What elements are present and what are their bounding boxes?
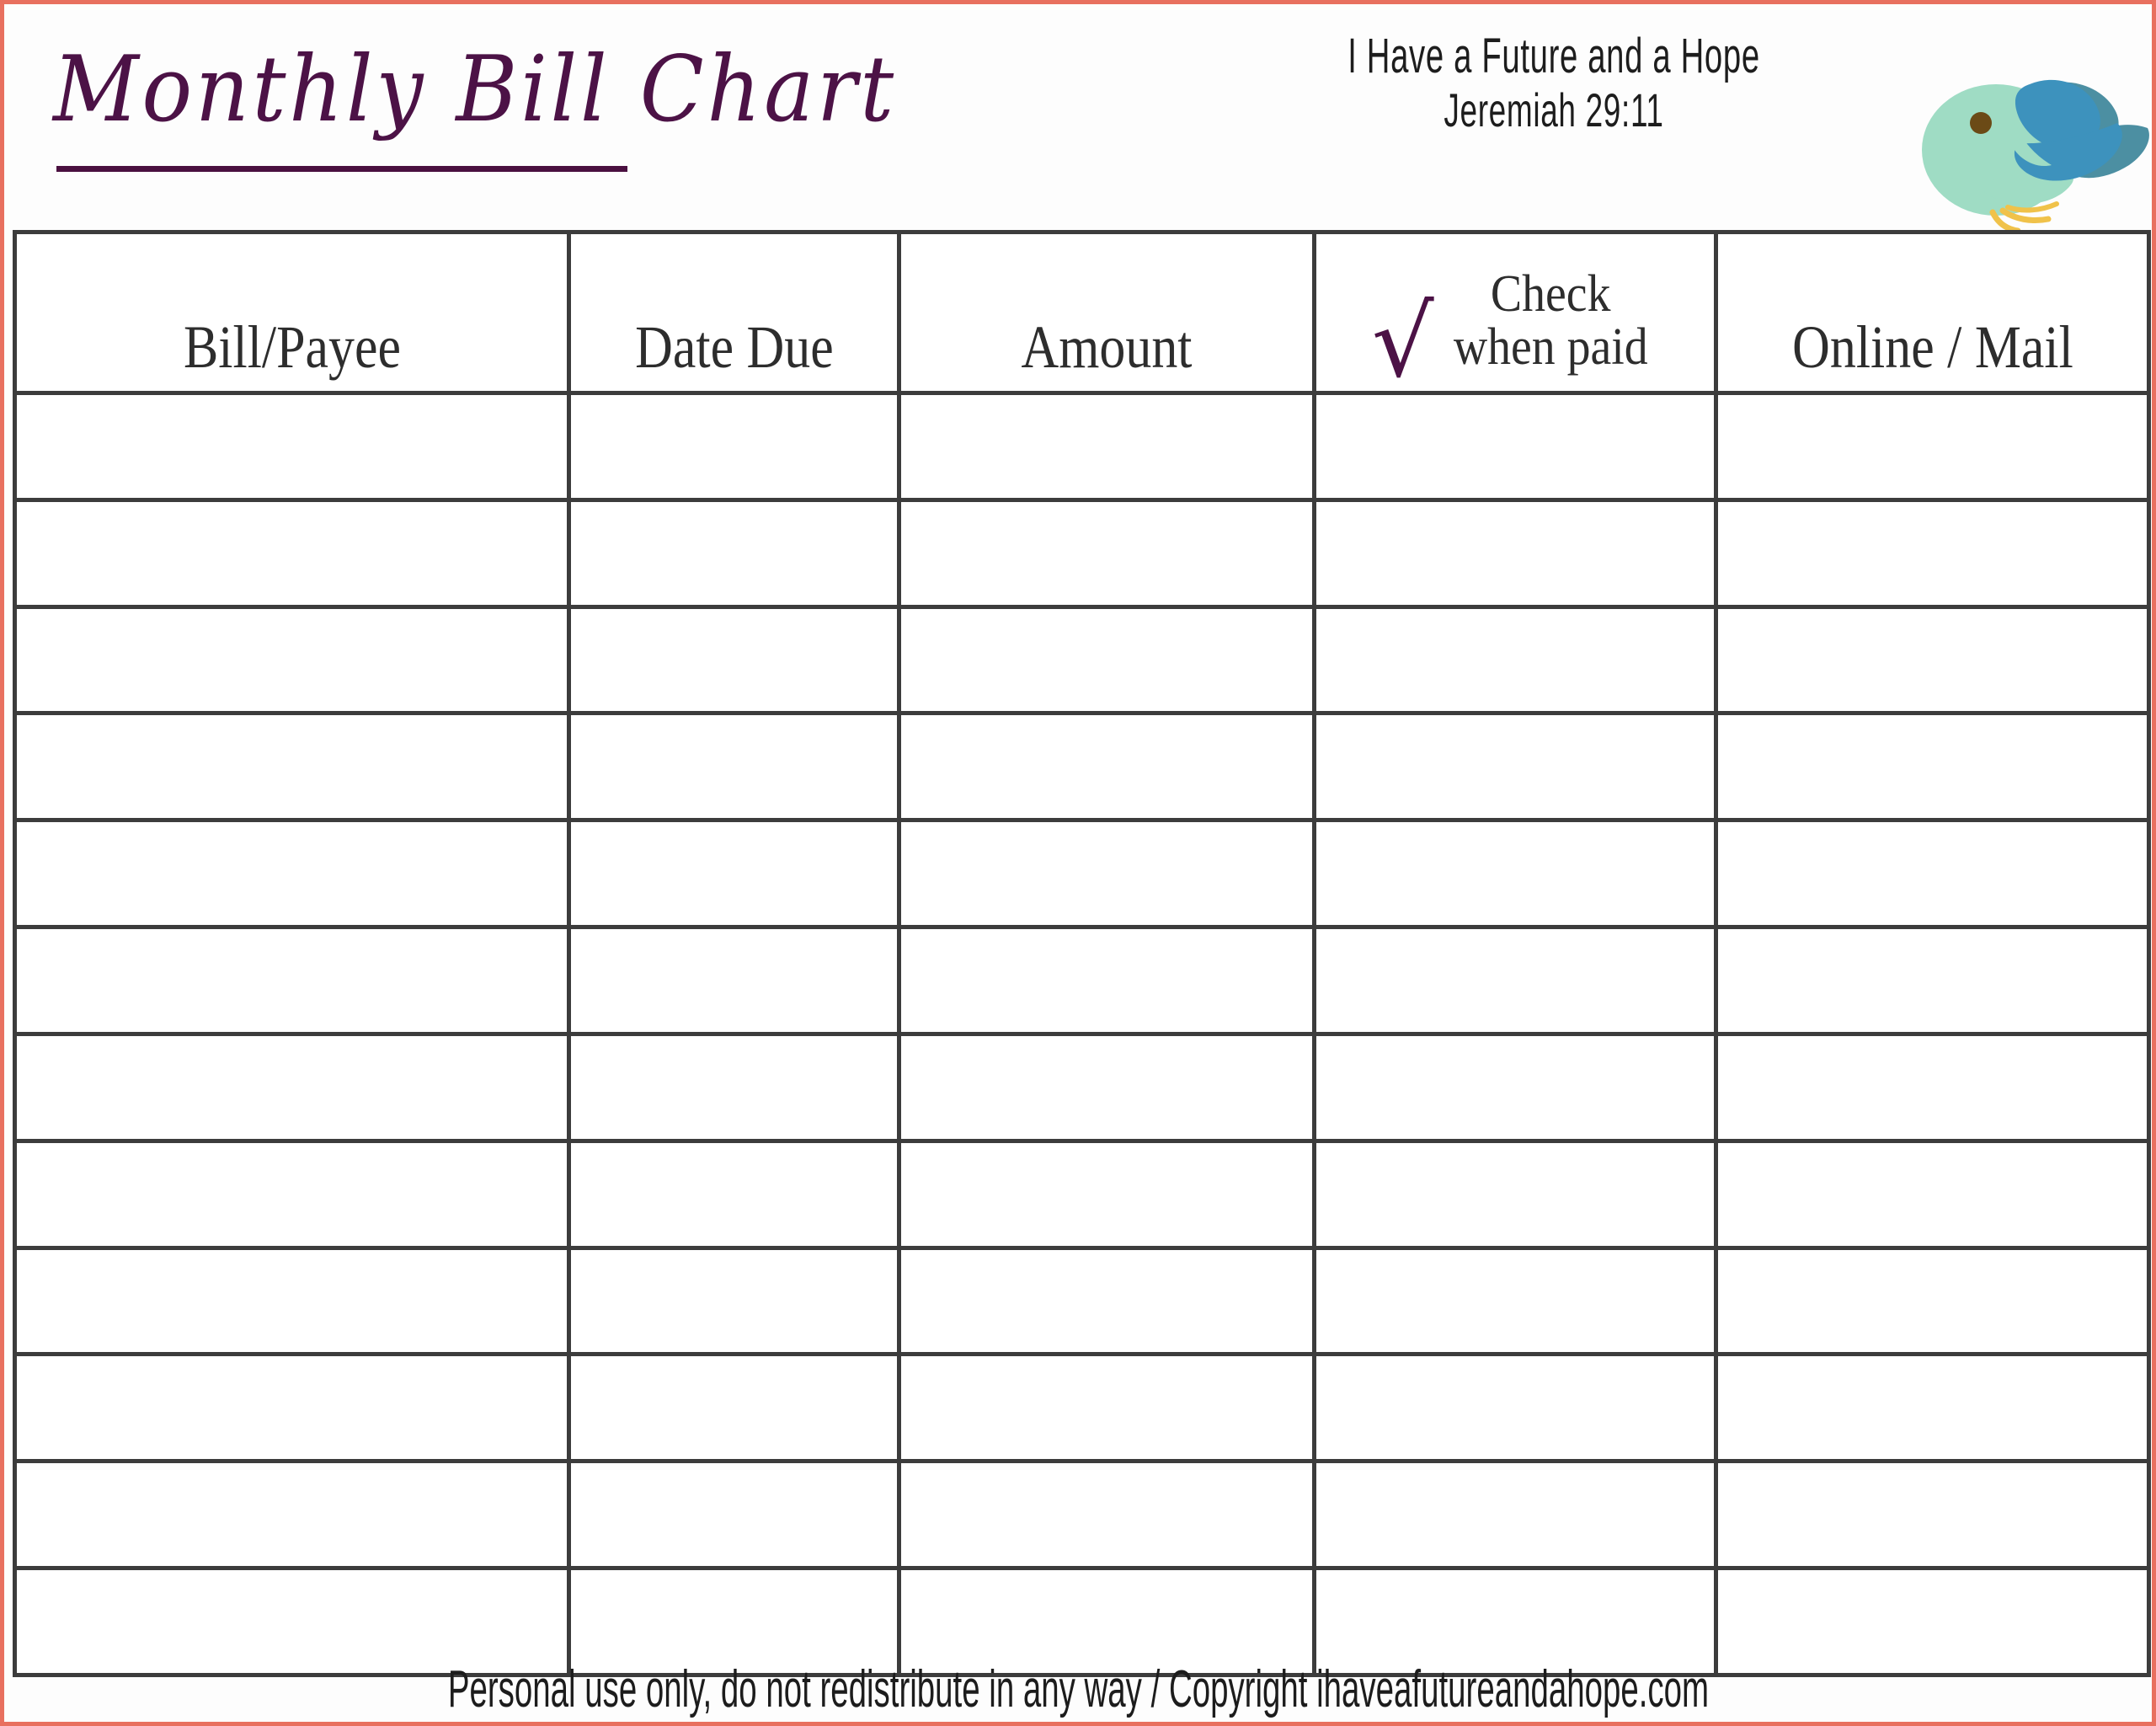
cell-bill_payee[interactable] <box>13 497 571 609</box>
cell-date_due[interactable] <box>567 1352 901 1464</box>
cell-check_when_paid[interactable] <box>1312 925 1718 1036</box>
cell-bill_payee[interactable] <box>13 604 571 716</box>
cell-amount[interactable] <box>897 1138 1316 1250</box>
column-header-bill-payee: Bill/Payee <box>13 230 571 395</box>
cell-date_due[interactable] <box>567 1459 901 1571</box>
cell-online_mail[interactable] <box>1714 497 2151 609</box>
cell-date_due[interactable] <box>567 391 901 502</box>
cell-check_when_paid[interactable] <box>1312 1138 1718 1250</box>
column-header-online-mail-label: Online / Mail <box>1791 313 2073 381</box>
table-body <box>13 391 2151 1677</box>
cell-online_mail[interactable] <box>1714 1352 2151 1464</box>
column-header-bill-payee-label: Bill/Payee <box>183 313 401 381</box>
cell-date_due[interactable] <box>567 925 901 1036</box>
page-title: Monthly Bill Chart <box>53 37 897 142</box>
cell-amount[interactable] <box>897 1245 1316 1357</box>
tagline-line-2: Jeremiah 29:11 <box>1444 83 1664 136</box>
cell-bill_payee[interactable] <box>13 1031 571 1143</box>
cell-check_when_paid[interactable] <box>1312 818 1718 930</box>
cell-bill_payee[interactable] <box>13 1459 571 1571</box>
cell-bill_payee[interactable] <box>13 818 571 930</box>
table-row <box>13 391 2151 502</box>
column-header-date-due-label: Date Due <box>634 313 834 381</box>
table-row <box>13 497 2151 609</box>
cell-online_mail[interactable] <box>1714 1138 2151 1250</box>
cell-amount[interactable] <box>897 1352 1316 1464</box>
bird-icon <box>1903 51 2152 234</box>
cell-date_due[interactable] <box>567 818 901 930</box>
table-row <box>13 1245 2151 1357</box>
cell-check_when_paid[interactable] <box>1312 1352 1718 1464</box>
cell-amount[interactable] <box>897 604 1316 716</box>
cell-date_due[interactable] <box>567 1245 901 1357</box>
page-header: Monthly Bill Chart I Have a Future and a… <box>4 4 2152 234</box>
cell-online_mail[interactable] <box>1714 391 2151 502</box>
cell-amount[interactable] <box>897 925 1316 1036</box>
copyright-footer: Personal use only, do not redistribute i… <box>4 1659 2152 1719</box>
check-when-paid-line-1: Check <box>1490 265 1611 323</box>
check-when-paid-words: Check when paid <box>1443 265 1659 376</box>
cell-bill_payee[interactable] <box>13 925 571 1036</box>
bill-table: Bill/Payee Date Due Amount √ Check when … <box>13 230 2151 1677</box>
cell-bill_payee[interactable] <box>13 1138 571 1250</box>
check-when-paid-line-2: when paid <box>1453 318 1648 376</box>
cell-check_when_paid[interactable] <box>1312 711 1718 823</box>
table-row <box>13 1138 2151 1250</box>
column-header-amount: Amount <box>897 230 1316 395</box>
cell-check_when_paid[interactable] <box>1312 1031 1718 1143</box>
cell-date_due[interactable] <box>567 497 901 609</box>
cell-amount[interactable] <box>897 1459 1316 1571</box>
tagline: I Have a Future and a Hope Jeremiah 29:1… <box>1200 29 1908 137</box>
cell-amount[interactable] <box>897 818 1316 930</box>
cell-amount[interactable] <box>897 497 1316 609</box>
cell-amount[interactable] <box>897 391 1316 502</box>
cell-online_mail[interactable] <box>1714 925 2151 1036</box>
cell-online_mail[interactable] <box>1714 1459 2151 1571</box>
cell-check_when_paid[interactable] <box>1312 1459 1718 1571</box>
table-header-row: Bill/Payee Date Due Amount √ Check when … <box>13 230 2151 395</box>
table-row <box>13 1352 2151 1464</box>
cell-bill_payee[interactable] <box>13 1245 571 1357</box>
column-header-online-mail: Online / Mail <box>1714 230 2151 395</box>
copyright-footer-text: Personal use only, do not redistribute i… <box>447 1660 1709 1718</box>
cell-check_when_paid[interactable] <box>1312 1245 1718 1357</box>
cell-online_mail[interactable] <box>1714 818 2151 930</box>
table-row <box>13 925 2151 1036</box>
cell-bill_payee[interactable] <box>13 711 571 823</box>
cell-date_due[interactable] <box>567 711 901 823</box>
page-title-wrap: Monthly Bill Chart <box>53 45 1064 136</box>
cell-bill_payee[interactable] <box>13 391 571 502</box>
tagline-line-1: I Have a Future and a Hope <box>1348 29 1760 83</box>
bird-eye <box>1970 112 1992 134</box>
column-header-check-when-paid: √ Check when paid <box>1312 230 1718 395</box>
cell-date_due[interactable] <box>567 604 901 716</box>
table-row <box>13 711 2151 823</box>
table-row <box>13 604 2151 716</box>
printable-page: Monthly Bill Chart I Have a Future and a… <box>0 0 2156 1726</box>
cell-amount[interactable] <box>897 711 1316 823</box>
cell-bill_payee[interactable] <box>13 1352 571 1464</box>
checkmark-icon: √ <box>1371 285 1434 399</box>
cell-online_mail[interactable] <box>1714 604 2151 716</box>
cell-date_due[interactable] <box>567 1138 901 1250</box>
title-underline-rule <box>56 166 627 172</box>
cell-check_when_paid[interactable] <box>1312 391 1718 502</box>
cell-date_due[interactable] <box>567 1031 901 1143</box>
cell-online_mail[interactable] <box>1714 1245 2151 1357</box>
cell-online_mail[interactable] <box>1714 1031 2151 1143</box>
column-header-amount-label: Amount <box>1021 313 1193 381</box>
cell-amount[interactable] <box>897 1031 1316 1143</box>
column-header-date-due: Date Due <box>567 230 901 395</box>
cell-check_when_paid[interactable] <box>1312 497 1718 609</box>
table-row <box>13 1459 2151 1571</box>
table-row <box>13 1031 2151 1143</box>
table-header-row-group: Bill/Payee Date Due Amount √ Check when … <box>13 230 2151 395</box>
table-row <box>13 818 2151 930</box>
cell-online_mail[interactable] <box>1714 711 2151 823</box>
cell-check_when_paid[interactable] <box>1312 604 1718 716</box>
bill-table-wrap: Bill/Payee Date Due Amount √ Check when … <box>13 230 2151 1679</box>
check-when-paid-header-group: √ Check when paid <box>1316 265 1714 392</box>
